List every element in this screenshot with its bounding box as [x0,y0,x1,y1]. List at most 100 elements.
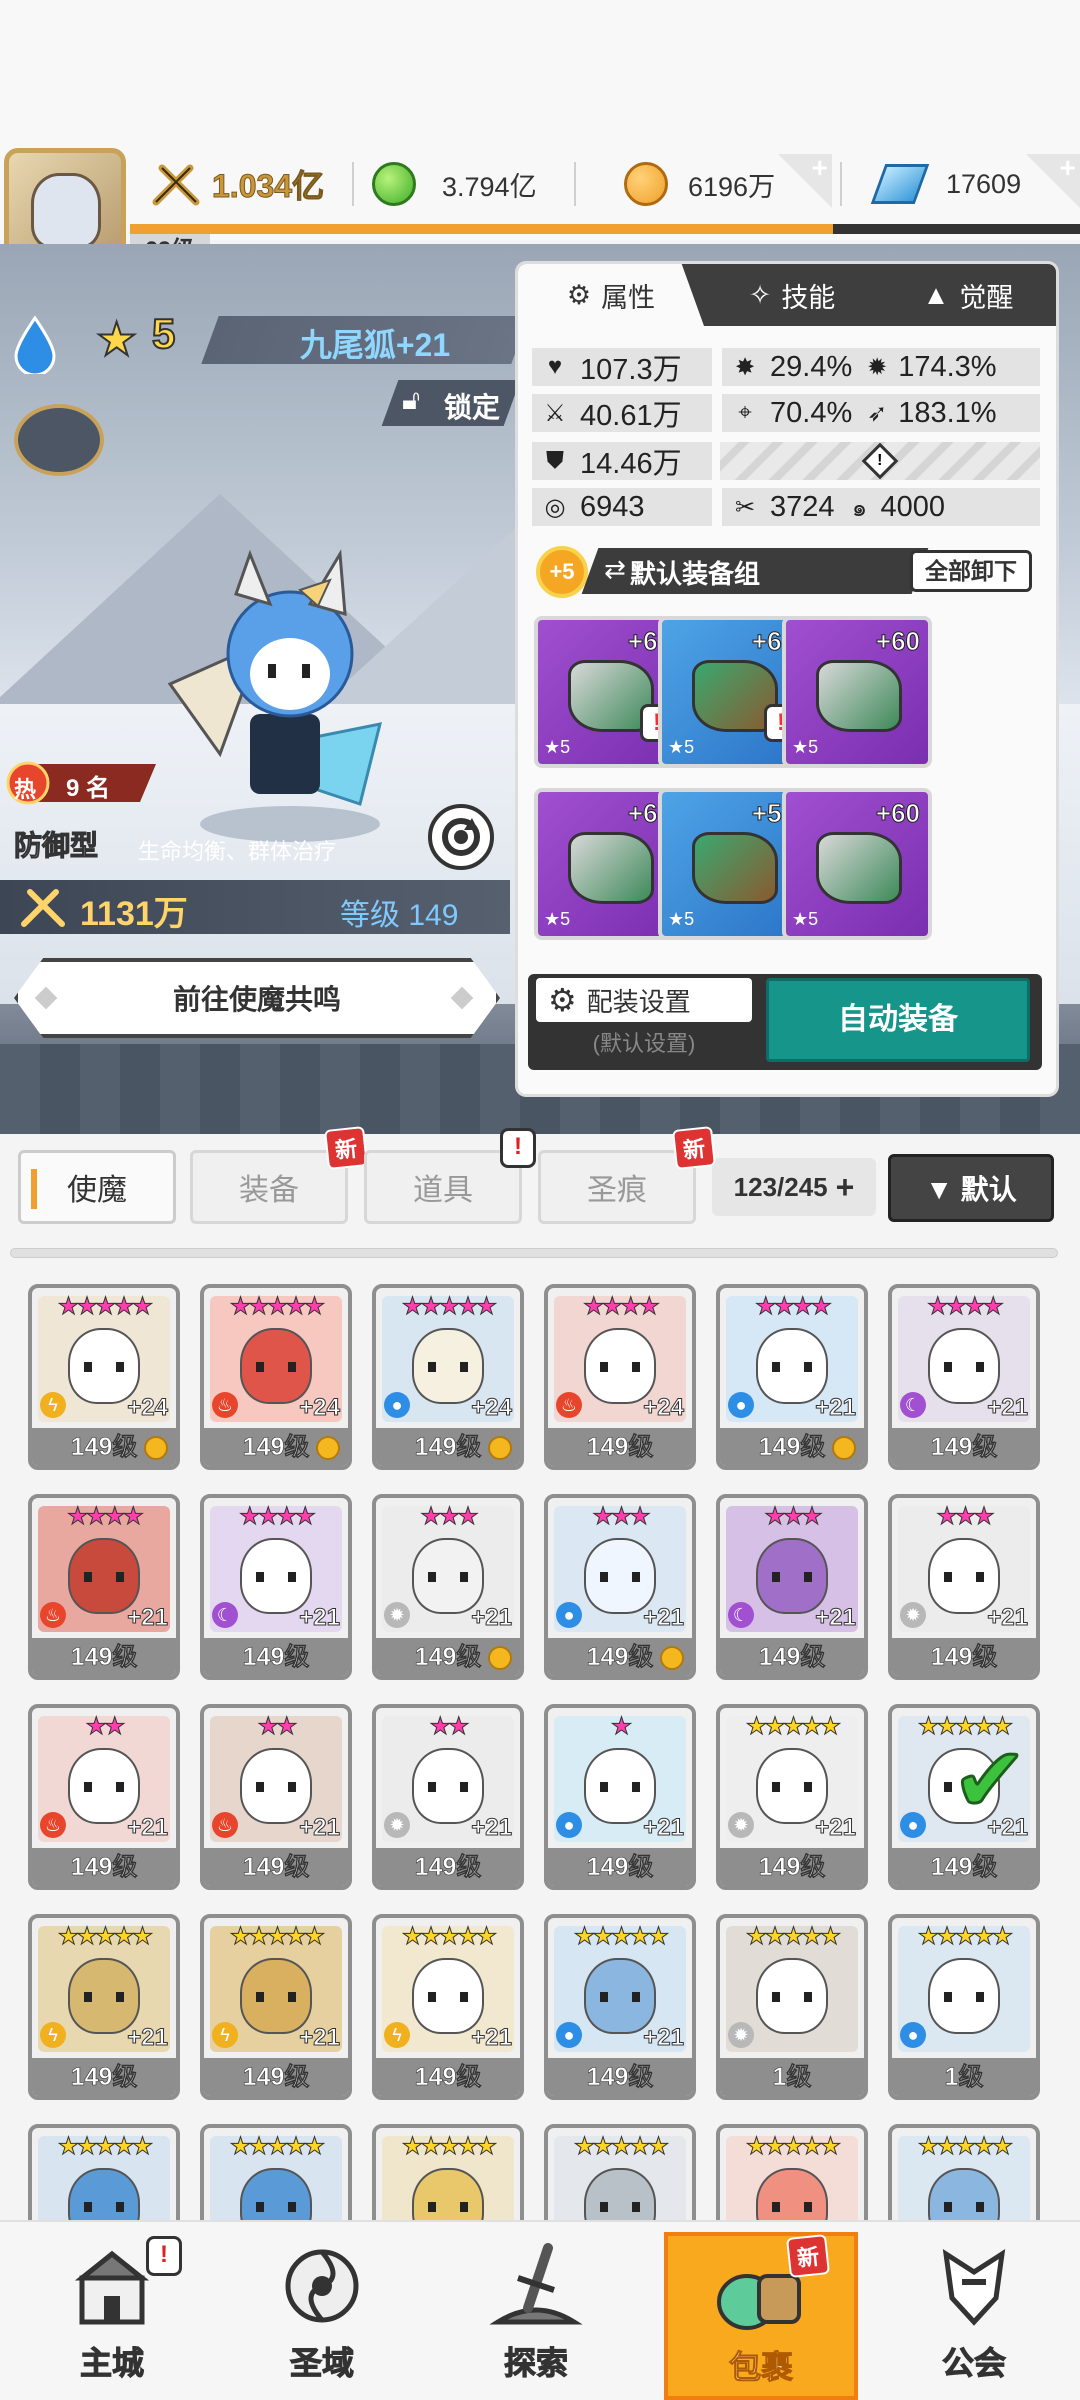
break-icon: ✂︎ [734,493,756,521]
nav-item[interactable]: 公会 [884,2232,1064,2400]
shield-icon: ⛊ [546,447,564,474]
nav-item[interactable]: 探索 [446,2232,626,2400]
tab-attributes-label: 属性 [601,282,656,313]
hot-label: 热 [14,777,37,802]
bag-tab[interactable]: 装备 [190,1150,348,1224]
auto-equip-button[interactable]: 自动装备 [766,978,1030,1062]
coin-icon [144,1436,168,1460]
nav-item[interactable]: 圣域 [232,2232,412,2400]
bag-tab[interactable]: 道具 [364,1150,522,1224]
bag-tab[interactable]: 圣痕 [538,1150,696,1224]
familiar-stars: ★★★★★ [229,1293,326,1321]
add-gold-button[interactable]: + [778,152,832,208]
water-element-icon: ● [384,1392,410,1418]
gold-coin-icon [624,162,668,206]
familiar-card[interactable]: ★★★★ ♨ +21 149级 [28,1494,180,1680]
familiar-card[interactable]: ★★★★★ ● +21 ✔ 149级 [888,1704,1040,1890]
stat-crit: ✸ 29.4% ✹ 174.3% [722,348,1040,386]
equipment-slot[interactable]: +60 ★5 [782,788,932,940]
familiar-stars: ★★★★★ [745,1713,842,1741]
stat-s1: ◎ 6943 [532,488,712,526]
thunder-element-icon: ϟ [40,2022,66,2048]
refresh-button[interactable] [428,804,494,870]
familiar-card[interactable]: ★★★ ☾ +21 149级 [716,1494,868,1680]
sort-dropdown[interactable]: ▼ 默认 [888,1154,1054,1222]
tab-skills[interactable]: ✧ 技能 [704,264,880,326]
familiar-eyes [84,2202,124,2212]
familiar-stars: ★★★★★ [57,2133,154,2161]
hero-type-description: 生命均衡、群体治疗 [138,839,337,864]
familiar-level: 149级 [32,1848,176,1886]
familiar-card[interactable]: ★★★★★ ✹ 1级 [716,1914,868,2100]
familiar-card[interactable]: ★★★★★ ϟ +24 149级 [28,1284,180,1470]
familiar-stars: ★★★★★ [401,2133,498,2161]
plus-icon[interactable]: + [836,1169,855,1206]
familiar-eyes [944,1362,984,1372]
familiar-plus: +24 [643,1394,685,1422]
familiar-stars: ★★★★★ [57,1293,154,1321]
tab-attributes[interactable]: ⚙︎ 属性 [518,264,704,326]
familiar-plus: +21 [815,1814,857,1842]
familiar-level: 149级 [204,1848,348,1886]
unload-all-button[interactable]: 全部卸下 [910,550,1032,592]
familiar-plus: +21 [815,1604,857,1632]
familiar-level: 1级 [892,2058,1036,2096]
nav-item[interactable]: 包裹 [664,2232,858,2400]
familiar-card[interactable]: ★★★★ ☾ +21 149级 [888,1284,1040,1470]
familiar-card[interactable]: ★★★★★ ● +24 149级 [372,1284,524,1470]
familiar-card[interactable]: ★ ● +21 149级 [544,1704,696,1890]
familiar-card[interactable]: ★★★★★ ϟ +21 149级 [28,1914,180,2100]
familiar-eyes [84,1782,124,1792]
blade-icon: ⚔︎ [544,399,566,427]
familiar-eyes [944,1572,984,1582]
light-element-icon: ✹ [728,2022,754,2048]
warning-diamond-icon: ! [861,442,899,480]
loadout-settings-button[interactable]: ⚙︎ 配装设置 [536,978,752,1022]
familiar-stars: ★★★★ [926,1293,1004,1321]
familiar-stars: ★★ [257,1713,298,1741]
water-element-icon: ● [556,1602,582,1628]
sun-icon: ✹ [867,353,888,381]
add-gems-button[interactable]: + [1026,152,1080,208]
familiar-card[interactable]: ★★★ ✹ +21 149级 [372,1494,524,1680]
stat-speed-value: 183.1% [898,396,997,429]
familiar-card[interactable]: ★★★★★ ● 1级 [888,1914,1040,2100]
resonance-button[interactable]: 前往使魔共鸣 [14,958,500,1038]
stat-crit-value: 29.4% [770,350,853,383]
fire-element-icon: ♨ [40,1812,66,1838]
set-bonus-badge[interactable]: +5 [536,546,588,598]
enhance-level: +60 [875,798,920,829]
refresh-icon [442,818,480,856]
familiar-card[interactable]: ★★★★★ ● +21 149级 [544,1914,696,2100]
familiar-card[interactable]: ★★★★ ● +21 149级 [716,1284,868,1470]
familiar-card[interactable]: ★★★ ✹ +21 149级 [888,1494,1040,1680]
familiar-card[interactable]: ★★★ ● +21 149级 [544,1494,696,1680]
familiar-eyes [428,1992,468,2002]
familiar-card[interactable]: ★★ ♨ +21 149级 [200,1704,352,1890]
stat-hit: ⌖ 70.4% ➶ 183.1% [722,394,1040,432]
tab-awaken[interactable]: ▲ 觉醒 [880,264,1056,326]
familiar-eyes [84,1362,124,1372]
familiar-card[interactable]: ★★★★ ♨ +24 149级 [544,1284,696,1470]
divider [352,162,354,206]
familiar-card[interactable]: ★★★★ ☾ +21 149级 [200,1494,352,1680]
familiar-card[interactable]: ★★ ✹ +21 149级 [372,1704,524,1890]
loadout-settings-label: 配装设置 [586,986,691,1017]
equipment-stars: ★5 [544,909,571,929]
familiar-card[interactable]: ★★★★★ ϟ +21 149级 [372,1914,524,2100]
familiar-eyes [772,1572,812,1582]
familiar-card[interactable]: ★★★★★ ♨ +24 149级 [200,1284,352,1470]
hero-skill-icon[interactable] [14,404,104,476]
tab-awaken-label: 觉醒 [959,282,1014,313]
stat-hp: ♥ 107.3万 [532,348,712,386]
familiar-card[interactable]: ★★★★★ ϟ +21 149级 [200,1914,352,2100]
equipment-slot[interactable]: +60 ★5 [782,616,932,768]
familiar-card[interactable]: ★★ ♨ +21 149级 [28,1704,180,1890]
familiar-card[interactable]: ★★★★★ ✹ +21 149级 [716,1704,868,1890]
bag-tab[interactable]: 使魔 [18,1150,176,1224]
stat-expand-bar[interactable]: ! [720,442,1040,480]
hero-power-value: 1131万 [80,895,188,933]
familiar-stars: ★★★ [592,1503,652,1531]
familiar-eyes [84,1992,124,2002]
thunder-element-icon: ϟ [212,2022,238,2048]
